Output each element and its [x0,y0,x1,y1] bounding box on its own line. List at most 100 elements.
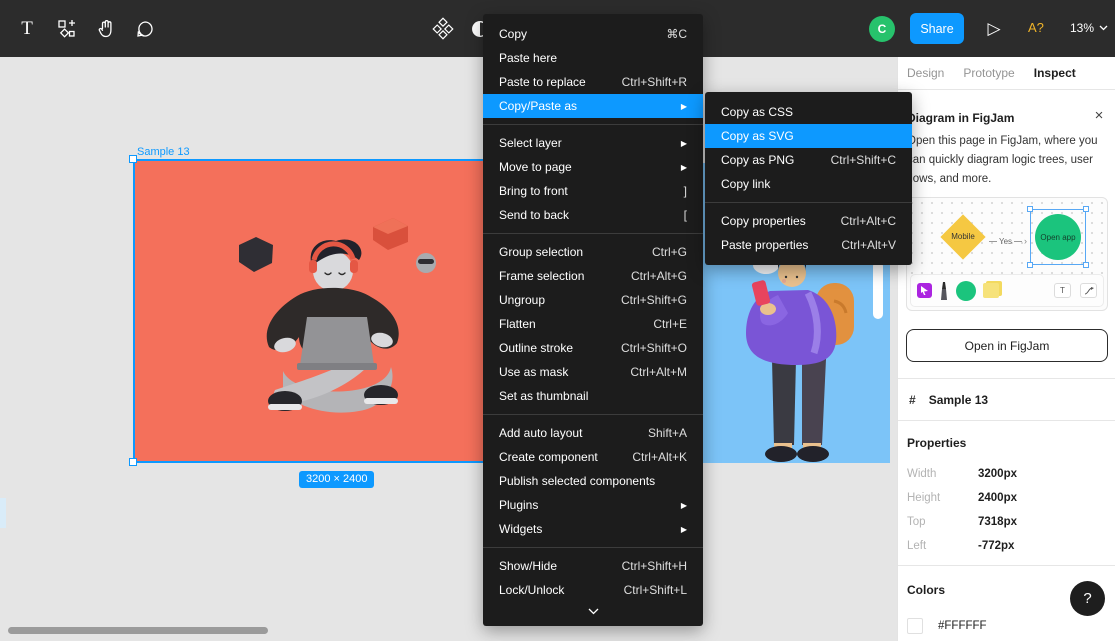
menu-item-show-hide[interactable]: Show/Hide Ctrl+Shift+H [483,554,703,578]
menu-item-shortcut: Ctrl+Shift+R [622,75,687,89]
chevron-down-icon [1099,25,1108,31]
menu-item-create-component[interactable]: Create component Ctrl+Alt+K [483,445,703,469]
menu-item-frame-selection[interactable]: Frame selection Ctrl+Alt+G [483,264,703,288]
menu-item-label: Widgets [499,522,661,536]
figjam-preview-image: Mobile Yes › Open app T [906,197,1108,311]
comment-icon [135,19,155,39]
menu-item-send-to-back[interactable]: Send to back [ [483,203,703,227]
menu-item-shortcut: Ctrl+Shift+H [622,559,687,573]
menu-item-copy-paste-as[interactable]: Copy/Paste as ▶ [483,94,703,118]
selection-title: Sample 13 [929,393,988,407]
menu-item-label: Outline stroke [499,341,601,355]
figjam-green-shape-icon [956,281,976,301]
menu-item-label: Paste here [499,51,687,65]
menu-item-bring-to-front[interactable]: Bring to front ] [483,179,703,203]
figjam-sticky-note-icon [983,283,999,298]
divider [898,378,1115,379]
diamond-grid-icon [431,17,455,41]
menu-item-label: Copy [499,27,646,41]
menu-item-group-selection[interactable]: Group selection Ctrl+G [483,240,703,264]
figjam-toolbar-strip: T [910,274,1104,307]
menu-item-copy-as-svg[interactable]: Copy as SVG [705,124,912,148]
text-tool-icon: T [21,18,33,40]
property-row-height: Height 2400px [907,492,1107,508]
menu-item-copy[interactable]: Copy ⌘C [483,22,703,46]
property-label: Height [907,492,978,508]
menu-item-plugins[interactable]: Plugins ▶ [483,493,703,517]
property-value: 3200px [978,468,1017,484]
menu-item-label: Show/Hide [499,559,602,573]
resources-icon [57,19,77,39]
panel-tab-bar: Design Prototype Inspect [898,57,1115,90]
selection-handle-top-left[interactable] [129,155,137,163]
menu-item-label: Copy as SVG [721,129,896,143]
menu-item-shortcut: ⌘C [666,27,687,41]
missing-fonts-indicator[interactable]: A? [1028,20,1044,35]
menu-item-label: Copy as CSS [721,105,896,119]
horizontal-scrollbar[interactable] [8,627,268,634]
menu-item-publish-selected-components[interactable]: Publish selected components [483,469,703,493]
menu-item-copy-properties[interactable]: Copy properties Ctrl+Alt+C [705,209,912,233]
offscreen-object-sliver [0,498,6,528]
menu-item-paste-properties[interactable]: Paste properties Ctrl+Alt+V [705,233,912,257]
zoom-control[interactable]: 13% [1070,21,1108,35]
menu-item-copy-as-png[interactable]: Copy as PNG Ctrl+Shift+C [705,148,912,172]
menu-item-shortcut: ] [684,184,687,198]
comment-tool-button[interactable] [130,14,160,44]
menu-item-label: Use as mask [499,365,610,379]
frame-name-label[interactable]: Sample 13 [137,146,190,158]
tab-design[interactable]: Design [907,66,944,80]
hand-tool-icon [96,19,116,39]
avatar[interactable]: C [869,16,895,42]
menu-item-label: Copy link [721,177,896,191]
menu-item-copy-link[interactable]: Copy link [705,172,912,196]
menu-item-add-auto-layout[interactable]: Add auto layout Shift+A [483,421,703,445]
menu-item-label: Ungroup [499,293,601,307]
menu-scroll-more[interactable] [483,604,703,618]
menu-item-ungroup[interactable]: Ungroup Ctrl+Shift+G [483,288,703,312]
menu-item-label: Bring to front [499,184,664,198]
menu-item-shortcut: Ctrl+Alt+G [631,269,687,283]
menu-item-label: Paste to replace [499,75,602,89]
menu-item-outline-stroke[interactable]: Outline stroke Ctrl+Shift+O [483,336,703,360]
property-label: Width [907,468,978,484]
menu-item-paste-here[interactable]: Paste here [483,46,703,70]
open-in-figjam-button[interactable]: Open in FigJam [906,329,1108,362]
menu-item-lock-unlock[interactable]: Lock/Unlock Ctrl+Shift+L [483,578,703,602]
help-button[interactable]: ? [1070,581,1105,616]
tab-prototype[interactable]: Prototype [963,66,1014,80]
close-icon[interactable]: × [1090,107,1108,125]
color-hex-value: #FFFFFF [938,620,987,632]
resources-tool-button[interactable] [52,14,82,44]
property-label: Top [907,516,978,532]
hand-tool-button[interactable] [91,14,121,44]
properties-heading: Properties [907,436,966,450]
menu-item-set-as-thumbnail[interactable]: Set as thumbnail [483,384,703,408]
divider [898,565,1115,566]
menu-item-label: Plugins [499,498,661,512]
figjam-connector: Yes › [989,236,1027,246]
share-button[interactable]: Share [910,13,964,44]
color-swatch[interactable] [907,618,923,634]
menu-item-flatten[interactable]: Flatten Ctrl+E [483,312,703,336]
menu-item-use-as-mask[interactable]: Use as mask Ctrl+Alt+M [483,360,703,384]
menu-item-shortcut: Ctrl+Alt+K [632,450,687,464]
tab-inspect[interactable]: Inspect [1034,66,1076,80]
property-row-left: Left -772px [907,540,1107,556]
menu-item-label: Copy properties [721,214,821,228]
menu-item-move-to-page[interactable]: Move to page ▶ [483,155,703,179]
property-label: Left [907,540,978,556]
menu-item-select-layer[interactable]: Select layer ▶ [483,131,703,155]
menu-item-label: Copy as PNG [721,153,811,167]
text-tool-button[interactable]: T [12,14,42,44]
color-row: #FFFFFF [907,618,987,634]
menu-item-copy-as-css[interactable]: Copy as CSS [705,100,912,124]
menu-divider [483,547,703,548]
menu-item-widgets[interactable]: Widgets ▶ [483,517,703,541]
menu-item-label: Set as thumbnail [499,389,687,403]
diagram-tool-button[interactable] [428,14,458,44]
menu-item-paste-to-replace[interactable]: Paste to replace Ctrl+Shift+R [483,70,703,94]
selection-handle-bottom-left[interactable] [129,458,137,466]
present-button[interactable]: ▷ [980,15,1008,43]
menu-divider [705,202,912,203]
